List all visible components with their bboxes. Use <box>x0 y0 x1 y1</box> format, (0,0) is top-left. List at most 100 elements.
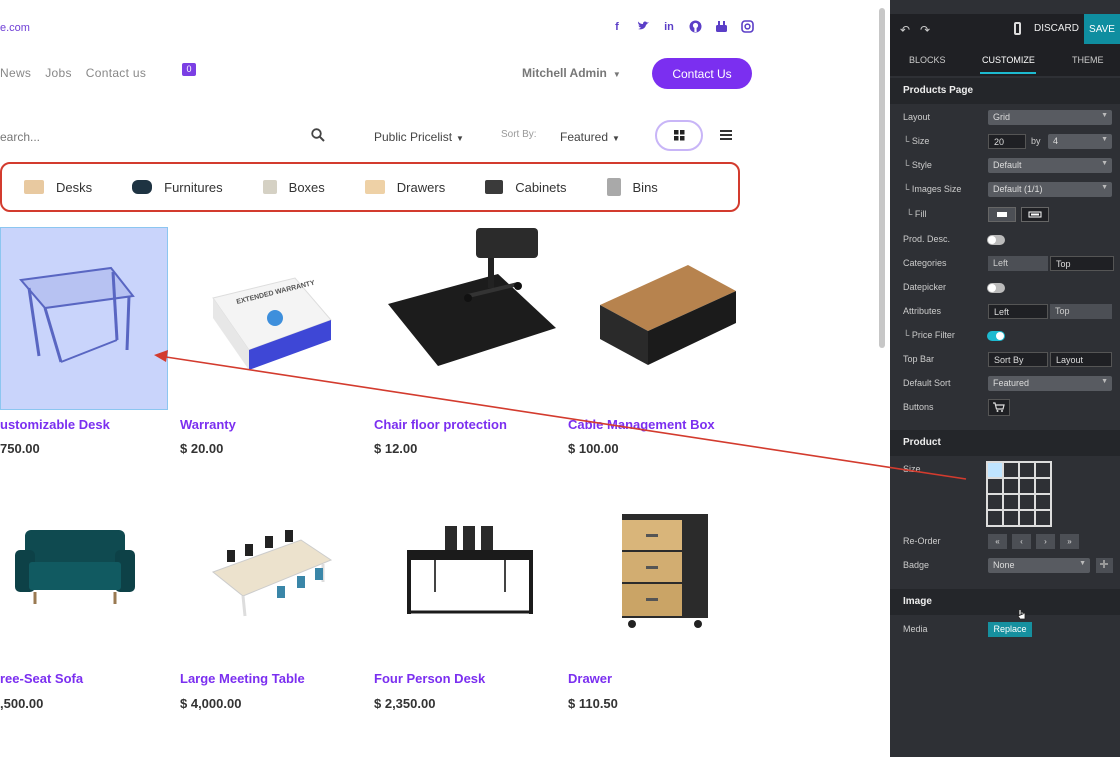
layout-select[interactable]: Grid ▼ <box>988 110 1112 125</box>
categories-left-button[interactable]: Left <box>988 256 1048 271</box>
search-input[interactable]: earch... <box>0 130 40 144</box>
undo-icon[interactable]: ↶ <box>900 23 910 37</box>
move-first-button[interactable]: « <box>988 534 1007 549</box>
fill-contain-button[interactable] <box>988 207 1016 222</box>
grid-cell[interactable] <box>1035 510 1051 526</box>
list-view-icon[interactable] <box>720 130 732 140</box>
size-rows-input[interactable]: 20 <box>988 134 1026 149</box>
grid-cell[interactable] <box>1035 478 1051 494</box>
product-price: 750.00 <box>0 441 40 456</box>
discard-button[interactable]: DISCARD <box>1034 23 1079 34</box>
categories-top-button[interactable]: Top <box>1050 256 1114 271</box>
top-bar-sort-button[interactable]: Sort By <box>988 352 1048 367</box>
mobile-preview-icon[interactable] <box>1014 22 1021 35</box>
category-bins[interactable]: Bins <box>606 178 658 196</box>
cart-count-badge[interactable]: 0 <box>182 63 196 76</box>
category-drawers[interactable]: Drawers <box>364 180 445 195</box>
grid-cell[interactable] <box>987 510 1003 526</box>
github-icon[interactable] <box>688 20 702 34</box>
style-select[interactable]: Default ▼ <box>988 158 1112 173</box>
contact-us-button[interactable]: Contact Us <box>652 58 752 89</box>
attributes-top-button[interactable]: Top <box>1050 304 1112 319</box>
replace-media-button[interactable]: Replace <box>988 622 1032 637</box>
grid-cell[interactable] <box>1003 494 1019 510</box>
cart-icon <box>993 402 1005 412</box>
youtube-icon[interactable] <box>714 20 728 34</box>
fill-cover-button[interactable] <box>1021 207 1049 222</box>
grid-cell[interactable] <box>1019 478 1035 494</box>
caret-down-icon: ▼ <box>1079 560 1086 567</box>
grid-cell[interactable] <box>987 494 1003 510</box>
save-button[interactable]: SAVE <box>1084 14 1120 44</box>
search-icon[interactable] <box>311 128 325 142</box>
section-products-page[interactable]: Products Page <box>890 78 1120 104</box>
product-price: $ 4,000.00 <box>180 696 242 711</box>
category-furnitures[interactable]: Furnitures <box>132 180 223 195</box>
prod-desc-toggle[interactable] <box>987 235 1005 245</box>
instagram-icon[interactable] <box>740 20 754 34</box>
datepicker-toggle[interactable] <box>987 283 1005 293</box>
move-last-button[interactable]: » <box>1060 534 1079 549</box>
linkedin-icon[interactable]: in <box>662 20 676 34</box>
product-name-customizable-desk[interactable]: ustomizable Desk <box>0 417 110 432</box>
grid-cell[interactable] <box>1019 494 1035 510</box>
product-size-grid[interactable] <box>986 461 1052 527</box>
grid-cell[interactable] <box>987 462 1003 478</box>
grid-cell[interactable] <box>1003 462 1019 478</box>
meeting-table-image <box>211 530 333 617</box>
price-filter-toggle[interactable] <box>987 331 1005 341</box>
redo-icon[interactable]: ↷ <box>920 23 930 37</box>
grid-cell[interactable] <box>987 478 1003 494</box>
facebook-icon[interactable]: f <box>610 20 624 34</box>
section-image[interactable]: Image <box>890 589 1120 615</box>
category-bar: Desks Furnitures Boxes Drawers Cabinets … <box>0 162 740 212</box>
move-prev-button[interactable]: ‹ <box>1012 534 1031 549</box>
grid-cell[interactable] <box>1019 510 1035 526</box>
sort-dropdown[interactable]: Featured ▼ <box>560 130 620 144</box>
product-name-warranty[interactable]: Warranty <box>180 417 236 432</box>
attributes-left-button[interactable]: Left <box>988 304 1048 319</box>
top-bar-layout-button[interactable]: Layout <box>1050 352 1112 367</box>
tab-blocks[interactable]: BLOCKS <box>909 55 946 65</box>
user-menu[interactable]: Mitchell Admin ▼ <box>522 66 621 80</box>
size-cols-select[interactable]: 4 ▼ <box>1048 134 1112 149</box>
tab-customize[interactable]: CUSTOMIZE <box>982 55 1035 65</box>
product-name-cable-management-box[interactable]: Cable Management Box <box>568 417 715 432</box>
category-cabinets[interactable]: Cabinets <box>485 180 567 195</box>
product-card-selected[interactable] <box>0 227 168 410</box>
nav-contact-us[interactable]: Contact us <box>86 66 146 80</box>
twitter-icon[interactable] <box>636 20 650 34</box>
tab-theme[interactable]: THEME <box>1072 55 1104 65</box>
grid-cell[interactable] <box>1035 494 1051 510</box>
nav-jobs[interactable]: Jobs <box>45 66 72 80</box>
product-name-chair-floor-protection[interactable]: Chair floor protection <box>374 417 507 432</box>
badge-label: Badge <box>903 560 930 570</box>
images-size-select[interactable]: Default (1/1) ▼ <box>988 182 1112 197</box>
site-domain[interactable]: e.com <box>0 22 30 34</box>
default-sort-select[interactable]: Featured ▼ <box>988 376 1112 391</box>
product-name-four-person-desk[interactable]: Four Person Desk <box>374 671 485 686</box>
nav-news[interactable]: News <box>0 66 31 80</box>
default-sort-value: Featured <box>993 378 1030 388</box>
grid-cell[interactable] <box>1003 478 1019 494</box>
size-by-label: by <box>1031 136 1041 146</box>
category-boxes[interactable]: Boxes <box>262 180 325 195</box>
move-next-button[interactable]: › <box>1036 534 1055 549</box>
grid-cell[interactable] <box>1019 462 1035 478</box>
cart-button-toggle[interactable] <box>988 399 1010 416</box>
product-name-drawer[interactable]: Drawer <box>568 671 612 686</box>
badge-select[interactable]: None ▼ <box>988 558 1090 573</box>
product-name-large-meeting-table[interactable]: Large Meeting Table <box>180 671 305 686</box>
grid-cell[interactable] <box>1003 510 1019 526</box>
product-name-three-seat-sofa[interactable]: ree-Seat Sofa <box>0 671 83 686</box>
section-product[interactable]: Product <box>890 430 1120 456</box>
pricelist-dropdown[interactable]: Public Pricelist ▼ <box>374 130 464 144</box>
caret-down-icon: ▼ <box>1101 112 1108 119</box>
badge-add-button[interactable] <box>1096 558 1113 573</box>
page-scrollbar[interactable] <box>879 8 885 348</box>
caret-down-icon: ▼ <box>1101 160 1108 167</box>
category-desks[interactable]: Desks <box>24 180 92 195</box>
grid-cell[interactable] <box>1035 462 1051 478</box>
prod-desc-label: Prod. Desc. <box>903 234 951 244</box>
grid-view-toggle[interactable] <box>655 120 703 151</box>
